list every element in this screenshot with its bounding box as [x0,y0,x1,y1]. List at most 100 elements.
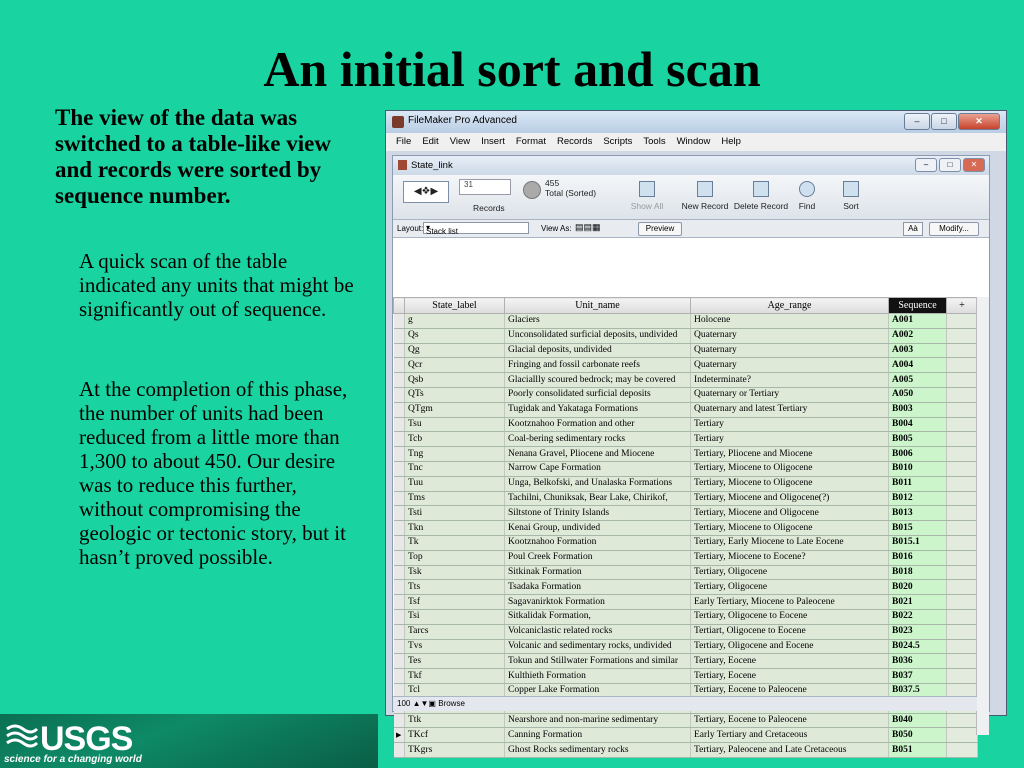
cell-sequence[interactable]: A002 [888,328,947,344]
table-row[interactable]: Tsti Siltstone of Trinity Islands Tertiary… [393,505,978,522]
menu-item-tools[interactable]: Tools [643,133,665,151]
cell-state-label[interactable]: Tnc [404,461,505,477]
row-selector[interactable] [393,565,405,581]
cell-state-label[interactable]: Qcr [404,357,505,374]
cell-unit-name[interactable]: Poul Creek Formation [504,550,691,566]
doc-restore-button[interactable]: □ [939,158,961,172]
table-row[interactable]: ▶ TKcf Canning Formation Early Tertiary and… [393,727,978,744]
row-selector[interactable] [393,491,405,507]
cell-age-range[interactable]: Tertiary, Miocene to Oligocene [690,461,889,477]
cell-unit-name[interactable]: Narrow Cape Formation [504,461,691,477]
cell-sequence[interactable]: B012 [888,491,947,507]
table-row[interactable]: Tsu Kootznahoo Formation and other Tertiar… [393,417,978,433]
menu-item-window[interactable]: Window [677,133,711,151]
cell-age-range[interactable]: Quaternary [690,328,889,344]
cell-age-range[interactable]: Tertiary, Paleocene and Late Cretaceous [690,742,889,758]
table-row[interactable]: QTs Poorly consolidated surficial deposit… [393,387,978,403]
doc-close-button[interactable]: ✕ [963,158,985,172]
cell-unit-name[interactable]: Canning Formation [504,727,691,744]
row-selector[interactable] [393,742,405,758]
table-row[interactable]: Tnc Narrow Cape Formation Tertiary, Miocen… [393,461,978,477]
cell-age-range[interactable]: Tertiary, Oligocene [690,579,889,596]
zoom-icons[interactable]: ▲▼▣ [413,699,436,708]
cell-unit-name[interactable]: Kootznahoo Formation and other [504,417,691,433]
table-row[interactable]: Tsf Sagavanirktok Formation Early Tertiary… [393,594,978,610]
cell-age-range[interactable]: Early Tertiary, Miocene to Paleocene [690,594,889,610]
row-selector[interactable] [393,550,405,566]
row-selector[interactable] [393,668,405,684]
cell-age-range[interactable]: Tertiary, Oligocene [690,565,889,581]
table-row[interactable]: Top Poul Creek Formation Tertiary, Miocene… [393,550,978,566]
cell-sequence[interactable]: B011 [888,476,947,492]
cell-unit-name[interactable]: Kenai Group, undivided [504,520,691,536]
row-selector[interactable]: ▶ [393,727,405,744]
row-selector[interactable] [393,535,405,551]
cell-age-range[interactable]: Tertiary, Miocene and Oligocene(?) [690,491,889,507]
table-row[interactable]: Tkf Kulthieth Formation Tertiary, Eocene B0… [393,668,978,684]
column-header-state-label[interactable]: State_label [404,297,505,314]
cell-state-label[interactable]: Tuu [404,476,505,492]
row-selector[interactable] [393,313,405,329]
cell-sequence[interactable]: B010 [888,461,947,477]
cell-sequence[interactable]: B005 [888,431,947,448]
table-row[interactable]: QTgm Tugidak and Yakataga Formations Quate… [393,402,978,418]
table-row[interactable]: Ttk Nearshore and non-marine sedimentary T… [393,713,978,729]
cell-sequence[interactable]: A050 [888,387,947,403]
table-row[interactable]: Qg Glacial deposits, undivided Quaternary A… [393,343,978,359]
cell-state-label[interactable]: Tes [404,653,505,670]
layout-select[interactable]: Stack list ▾ [423,222,529,236]
row-selector[interactable] [393,328,405,344]
cell-state-label[interactable]: TKgrs [404,742,505,758]
cell-sequence[interactable]: B024.5 [888,639,947,655]
cell-unit-name[interactable]: Unga, Belkofski, and Unalaska Formations [504,476,691,492]
cell-sequence[interactable]: B018 [888,565,947,581]
cell-age-range[interactable]: Tertiary, Miocene to Eocene? [690,550,889,566]
cell-state-label[interactable]: Tsi [404,609,505,625]
menu-item-file[interactable]: File [396,133,411,151]
row-selector[interactable] [393,520,405,536]
cell-sequence[interactable]: B016 [888,550,947,566]
cell-state-label[interactable]: Tk [404,535,505,551]
row-selector[interactable] [393,446,405,462]
cell-age-range[interactable]: Tertiart, Oligocene to Eocene [690,624,889,640]
row-selector[interactable] [393,624,405,640]
cell-sequence[interactable]: B022 [888,609,947,625]
cell-sequence[interactable]: A003 [888,343,947,359]
menu-item-help[interactable]: Help [721,133,741,151]
vertical-scrollbar[interactable] [976,297,989,735]
row-selector[interactable] [393,417,405,433]
cell-age-range[interactable]: Tertiary, Eocene [690,653,889,670]
row-selector[interactable] [393,476,405,492]
add-field-button[interactable]: + [946,297,978,314]
cell-sequence[interactable]: B013 [888,505,947,522]
cell-unit-name[interactable]: Sitkalidak Formation, [504,609,691,625]
cell-sequence[interactable]: A001 [888,313,947,329]
zoom-level[interactable]: 100 [397,699,410,708]
cell-age-range[interactable]: Quaternary [690,343,889,359]
table-row[interactable]: Qs Unconsolidated surficial deposits, und… [393,328,978,344]
row-selector[interactable] [393,343,405,359]
cell-state-label[interactable]: Tsk [404,565,505,581]
cell-unit-name[interactable]: Sitkinak Formation [504,565,691,581]
row-selector[interactable] [393,372,405,388]
cell-sequence[interactable]: A004 [888,357,947,374]
table-row[interactable]: Tsi Sitkalidak Formation, Tertiary, Oligoc… [393,609,978,625]
row-selector[interactable] [393,594,405,610]
cell-state-label[interactable]: Tng [404,446,505,462]
cell-unit-name[interactable]: Volcanic and sedimentary rocks, undivide… [504,639,691,655]
cell-sequence[interactable]: A005 [888,372,947,388]
cell-sequence[interactable]: B051 [888,742,947,758]
cell-age-range[interactable]: Tertiary, Miocene and Oligocene [690,505,889,522]
cell-unit-name[interactable]: Unconsolidated surficial deposits, undiv… [504,328,691,344]
cell-sequence[interactable]: B015 [888,520,947,536]
column-header-sequence[interactable]: Sequence [888,297,947,314]
table-row[interactable]: Tcb Coal-bering sedimentary rocks Tertiary… [393,431,978,448]
cell-unit-name[interactable]: Glaciallly scoured bedrock; may be cover… [504,372,691,388]
cell-age-range[interactable]: Tertiary, Miocene to Oligocene [690,520,889,536]
modify-button[interactable]: Modify... [929,222,979,236]
cell-age-range[interactable]: Quaternary and latest Tertiary [690,402,889,418]
column-header-age-range[interactable]: Age_range [690,297,889,314]
cell-state-label[interactable]: Tsf [404,594,505,610]
cell-state-label[interactable]: Qsb [404,372,505,388]
cell-state-label[interactable]: g [404,313,505,329]
